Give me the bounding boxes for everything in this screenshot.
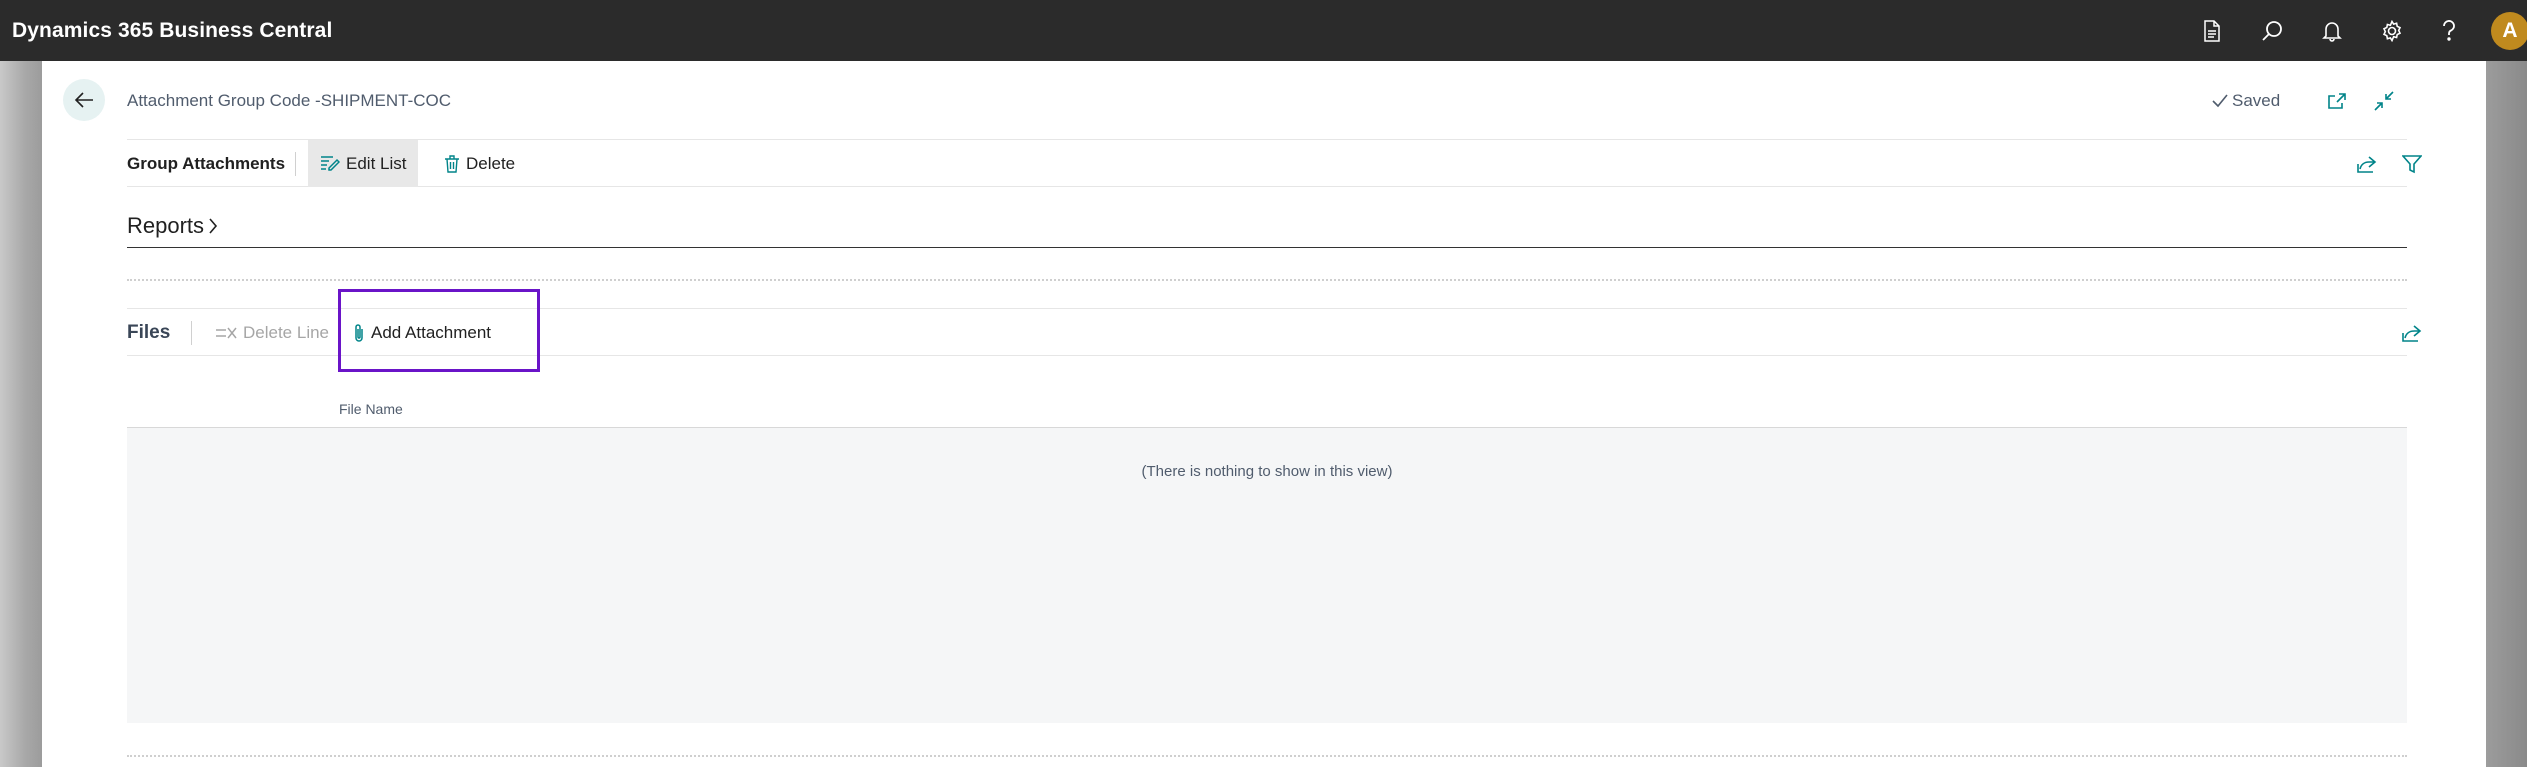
back-button[interactable] (63, 79, 105, 121)
checkmark-icon (2212, 94, 2228, 108)
files-grid: (There is nothing to show in this view) (127, 427, 2407, 723)
reports-section: Reports (127, 211, 2407, 248)
files-title: Files (127, 322, 171, 343)
collapse-icon[interactable] (2369, 86, 2399, 116)
page-title: Attachment Group Code -SHIPMENT-COC (127, 91, 452, 110)
section-divider (127, 279, 2407, 281)
edit-list-icon (321, 155, 340, 171)
app-title[interactable]: Dynamics 365 Business Central (12, 0, 332, 61)
delete-button[interactable]: Delete (432, 140, 527, 187)
group-attachments-title: Group Attachments (127, 154, 286, 173)
reports-label: Reports (127, 213, 205, 238)
edit-list-button[interactable]: Edit List (308, 140, 419, 187)
share-icon[interactable] (2352, 149, 2382, 179)
empty-grid-message: (There is nothing to show in this view) (1141, 463, 1393, 480)
divider (191, 321, 192, 345)
search-icon[interactable] (2255, 14, 2289, 48)
background-overlay-left (0, 61, 42, 767)
help-icon[interactable] (2432, 14, 2466, 48)
filter-icon[interactable] (2397, 149, 2427, 179)
trash-icon (445, 154, 459, 173)
column-header-file-name[interactable]: File Name (339, 401, 403, 417)
delete-line-icon (216, 327, 237, 338)
edit-list-label: Edit List (346, 153, 407, 173)
group-attachments-action-bar: Group Attachments Edit List Delete (127, 139, 2422, 187)
delete-line-label: Delete Line (243, 322, 330, 342)
saved-status: Saved (2212, 91, 2280, 111)
delete-label: Delete (466, 153, 516, 173)
reports-icon[interactable] (2195, 14, 2229, 48)
user-avatar[interactable]: A (2491, 12, 2527, 50)
divider (295, 152, 296, 176)
delete-line-button[interactable]: Delete Line (203, 309, 341, 356)
share-icon[interactable] (2397, 318, 2427, 348)
app-bar: Dynamics 365 Business Central A (0, 0, 2527, 61)
arrow-left-icon (74, 92, 93, 108)
bell-icon[interactable] (2315, 14, 2349, 48)
chevron-right-icon (209, 218, 218, 234)
gear-icon[interactable] (2375, 14, 2409, 48)
section-divider (127, 755, 2407, 757)
page-sheet: Attachment Group Code -SHIPMENT-COC Save… (42, 61, 2486, 767)
reports-section-header[interactable]: Reports (127, 213, 218, 239)
saved-label: Saved (2232, 91, 2281, 110)
highlight-box (338, 289, 540, 372)
open-new-window-icon[interactable] (2322, 86, 2352, 116)
background-overlay-right (2486, 61, 2527, 767)
